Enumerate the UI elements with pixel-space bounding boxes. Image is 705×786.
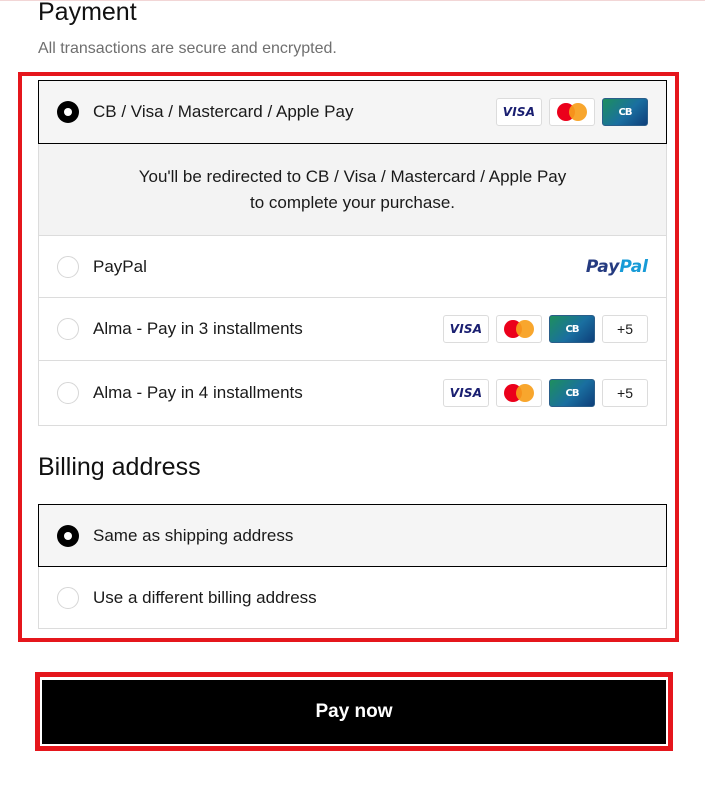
payment-option-alma-4[interactable]: Alma - Pay in 4 installments VISA CB +5 [39, 361, 666, 425]
payment-option-label: CB / Visa / Mastercard / Apple Pay [93, 102, 354, 121]
radio-selected-icon[interactable] [57, 524, 79, 547]
paypal-logo: PayPal [585, 256, 648, 277]
payment-method-list: CB / Visa / Mastercard / Apple Pay VISA … [38, 80, 667, 426]
payment-option-label: Alma - Pay in 4 installments [93, 383, 303, 402]
card-icons: VISA CB [496, 98, 648, 126]
mastercard-icon [496, 379, 542, 407]
radio-unselected-icon[interactable] [57, 318, 79, 340]
visa-icon: VISA [443, 315, 489, 343]
payment-option-label: Alma - Pay in 3 installments [93, 319, 303, 338]
card-icons: VISA CB +5 [443, 315, 648, 343]
billing-option-same[interactable]: Same as shipping address [38, 504, 667, 567]
cb-icon: CB [602, 98, 648, 126]
more-methods-badge: +5 [602, 315, 648, 343]
paypal-icons: PayPal [586, 257, 648, 277]
redirect-panel: You'll be redirected to CB / Visa / Mast… [39, 144, 666, 236]
billing-option-label: Use a different billing address [93, 587, 317, 607]
payment-subtitle: All transactions are secure and encrypte… [38, 40, 337, 57]
billing-option-label: Same as shipping address [93, 525, 294, 545]
billing-title: Billing address [38, 453, 201, 481]
more-methods-badge: +5 [602, 379, 648, 407]
payment-option-card[interactable]: CB / Visa / Mastercard / Apple Pay VISA … [38, 80, 667, 144]
cb-icon: CB [549, 379, 595, 407]
billing-option-different[interactable]: Use a different billing address [39, 567, 666, 628]
payment-option-label: PayPal [93, 256, 147, 276]
payment-title: Payment [38, 0, 137, 26]
radio-unselected-icon[interactable] [57, 255, 79, 278]
billing-address-list: Same as shipping address Use a different… [38, 504, 667, 629]
cb-icon: CB [549, 315, 595, 343]
radio-unselected-icon[interactable] [57, 382, 79, 404]
pay-now-button[interactable]: Pay now [42, 680, 666, 744]
mastercard-icon [549, 98, 595, 126]
redirect-message: You'll be redirected to CB / Visa / Mast… [138, 166, 567, 212]
radio-selected-icon[interactable] [57, 101, 79, 123]
payment-option-alma-3[interactable]: Alma - Pay in 3 installments VISA CB +5 [39, 298, 666, 361]
visa-icon: VISA [496, 98, 542, 126]
payment-option-paypal[interactable]: PayPal PayPal [39, 236, 666, 298]
mastercard-icon [496, 315, 542, 343]
card-icons: VISA CB +5 [443, 379, 648, 407]
radio-unselected-icon[interactable] [57, 586, 79, 609]
visa-icon: VISA [443, 379, 489, 407]
